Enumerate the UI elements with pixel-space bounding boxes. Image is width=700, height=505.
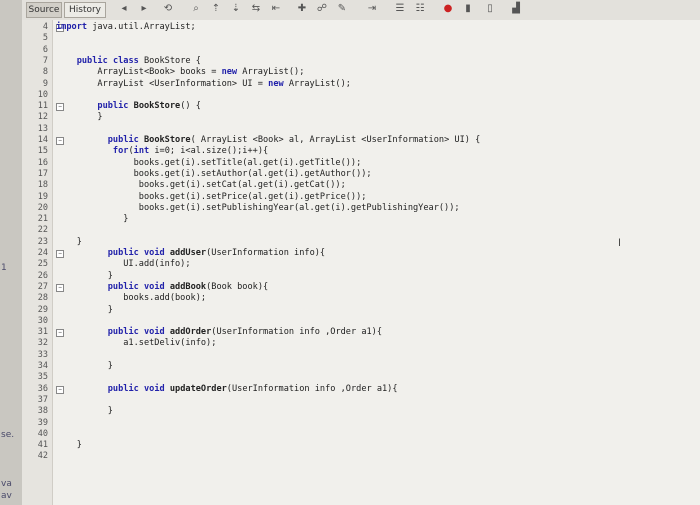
prev-icon[interactable]: ⇡: [210, 3, 222, 15]
line-number: 15: [37, 146, 48, 157]
line-number: 37: [37, 394, 48, 405]
code-line[interactable]: }: [56, 112, 102, 122]
back-icon[interactable]: ◂: [118, 3, 130, 15]
line-number: 19: [37, 191, 48, 202]
code-line[interactable]: ArrayList<Book> books = new ArrayList();: [56, 67, 304, 77]
line-number: 11: [37, 101, 48, 112]
search-icon[interactable]: ⌕: [190, 3, 202, 15]
shift-left-icon[interactable]: ⇤: [270, 3, 282, 15]
line-number: 41: [37, 440, 48, 451]
left-strip-text: 1: [1, 263, 7, 273]
left-strip-text: av: [1, 491, 12, 501]
stop-icon[interactable]: ●: [442, 3, 454, 15]
line-number: 16: [37, 157, 48, 168]
line-number: 39: [37, 417, 48, 428]
line-number: 14: [37, 135, 48, 145]
line-number: 21: [37, 214, 48, 225]
line-number: 18: [37, 180, 48, 191]
code-line[interactable]: }: [56, 237, 82, 247]
forward-icon[interactable]: ▸: [138, 3, 150, 15]
line-number: 17: [37, 168, 48, 179]
line-number: 34: [37, 361, 48, 371]
code-editor[interactable]: 4 5 6 7 8 9 10 11 12 13 14 15 16 17 18 19 20 21 22 23 24 25 26…: [22, 20, 700, 505]
line-number: 12: [37, 112, 48, 123]
comment-icon[interactable]: ✎: [336, 3, 348, 15]
code-line[interactable]: ArrayList <UserInformation> UI = new Arr…: [56, 79, 351, 89]
code-line[interactable]: books.get(i).setCat(al.get(i).getCat());: [56, 180, 346, 190]
history-icon[interactable]: ⟲: [162, 3, 174, 15]
line-number: 42: [37, 451, 48, 462]
line-number: 33: [37, 349, 48, 360]
line-number: 4: [42, 22, 48, 32]
code-line[interactable]: books.get(i).setPrice(al.get(i).getPrice…: [56, 192, 367, 202]
line-number: 38: [37, 406, 48, 417]
line-number: 32: [37, 338, 48, 349]
code-line[interactable]: UI.add(info);: [56, 259, 190, 269]
line-number: 31: [37, 327, 48, 338]
line-number: 8: [42, 67, 48, 78]
run-icon[interactable]: ▮: [462, 3, 474, 15]
line-number: 40: [37, 428, 48, 439]
code-line[interactable]: books.add(book);: [56, 293, 206, 303]
line-number-gutter: 4 5 6 7 8 9 10 11 12 13 14 15 16 17 18 19 20 21 22 23 24 25 26…: [22, 20, 53, 505]
code-line[interactable]: books.get(i).setTitle(al.get(i).getTitle…: [56, 158, 362, 168]
code-line[interactable]: public BookStore() {: [56, 101, 201, 111]
line-number: 5: [42, 33, 48, 44]
line-number: 6: [42, 44, 48, 55]
line-number: 7: [42, 55, 48, 66]
left-panel-strip: 1 se. va av: [0, 0, 22, 505]
line-number: 23: [37, 236, 48, 247]
line-number: 29: [37, 304, 48, 315]
left-strip-text: va: [1, 479, 12, 489]
code-line[interactable]: public void updateOrder(UserInformation …: [56, 384, 398, 394]
line-number: 30: [37, 315, 48, 326]
code-line[interactable]: for(int i=0; i<al.size();i++){: [56, 146, 268, 156]
code-line[interactable]: }: [56, 214, 128, 224]
code-line[interactable]: a1.setDeliv(info);: [56, 338, 216, 348]
chart-icon[interactable]: ▟: [510, 3, 522, 15]
line-number: 25: [37, 259, 48, 270]
text-cursor-icon: Ⅰ: [618, 238, 621, 249]
code-line[interactable]: public void addBook(Book book){: [56, 282, 268, 292]
code-line[interactable]: import java.util.ArrayList;: [56, 22, 196, 32]
line-number: 22: [37, 225, 48, 236]
code-line[interactable]: }: [56, 361, 113, 371]
left-strip-text: se.: [1, 430, 15, 440]
line-number: 24: [37, 248, 48, 258]
line-number: 20: [37, 202, 48, 213]
line-number: 27: [37, 281, 48, 292]
code-line[interactable]: public void addUser(UserInformation info…: [56, 248, 325, 258]
line-number: 10: [37, 89, 48, 100]
line-number: 26: [37, 270, 48, 281]
debug-icon[interactable]: ▯: [484, 3, 496, 15]
code-line[interactable]: }: [56, 440, 82, 450]
line-number: 36: [37, 383, 48, 394]
line-number: 35: [37, 372, 48, 383]
format-icon[interactable]: ☰: [394, 3, 406, 15]
line-number: 28: [37, 293, 48, 304]
code-line[interactable]: books.get(i).setPublishingYear(al.get(i)…: [56, 203, 460, 213]
code-line[interactable]: }: [56, 305, 113, 315]
next-icon[interactable]: ⇣: [230, 3, 242, 15]
bookmark-icon[interactable]: ✚: [296, 3, 308, 15]
line-number: 9: [42, 78, 48, 89]
code-line[interactable]: books.get(i).setAuthor(al.get(i).getAuth…: [56, 169, 372, 179]
editor-toolbar: Source History ◂ ▸ ⟲ ⌕ ⇡ ⇣ ⇆ ⇤ ✚ ☍ ✎ ⇥ ☰…: [22, 0, 700, 21]
line-number: 13: [37, 123, 48, 134]
tab-history[interactable]: History: [64, 2, 106, 18]
code-line[interactable]: public void addOrder(UserInformation inf…: [56, 327, 382, 337]
diff-icon[interactable]: ☷: [414, 3, 426, 15]
code-line[interactable]: public class BookStore {: [56, 56, 201, 66]
toggle-icon[interactable]: ⇆: [250, 3, 262, 15]
code-line[interactable]: }: [56, 406, 113, 416]
shift-right-icon[interactable]: ⇥: [366, 3, 378, 15]
macro-icon[interactable]: ☍: [316, 3, 328, 15]
code-line[interactable]: }: [56, 271, 113, 281]
tab-source[interactable]: Source: [26, 2, 62, 18]
code-line[interactable]: public BookStore( ArrayList <Book> al, A…: [56, 135, 481, 145]
